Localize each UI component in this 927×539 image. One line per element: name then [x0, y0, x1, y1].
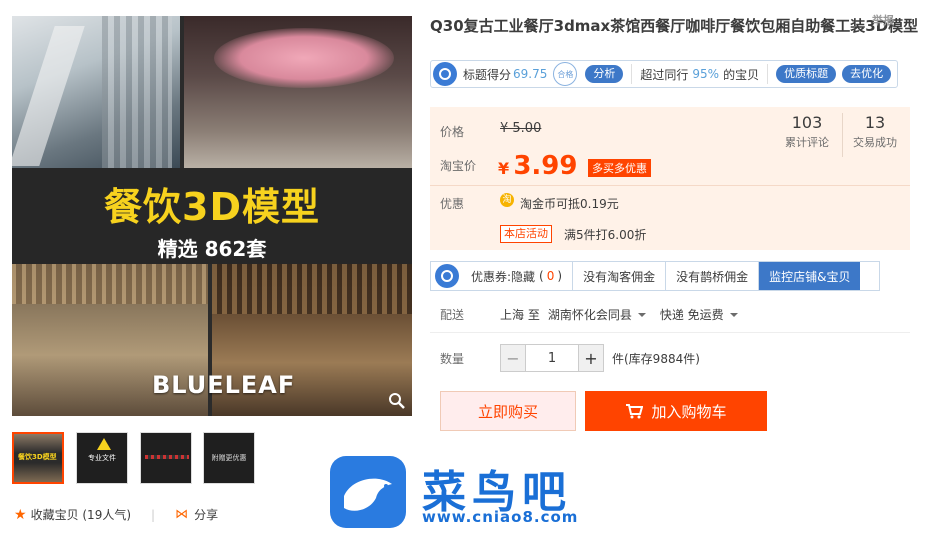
cart-icon [626, 404, 644, 419]
pass-stamp-icon: 合格 [553, 62, 578, 86]
reviews-label: 累计评论 [785, 136, 829, 149]
thumbnail-2[interactable]: 专业文件 [76, 432, 128, 484]
increase-button[interactable]: + [579, 345, 603, 371]
quantity-row: 数量 − 1 + 件(库存9884件) [440, 344, 700, 372]
chevron-down-icon[interactable] [729, 312, 738, 317]
ship-to-select[interactable]: 湖南怀化会同县 [548, 306, 632, 323]
store-activity-tag[interactable]: 本店活动 [500, 225, 552, 243]
thumbnail-2-text: 专业文件 [88, 454, 116, 462]
current-price-value: 3.99 [513, 151, 578, 181]
coupon-count: 0 [546, 269, 555, 283]
watermark-url: www.cniao8.com [422, 508, 579, 526]
quantity-label: 数量 [440, 351, 465, 366]
decrease-button[interactable]: − [501, 345, 525, 371]
thumbnail-4[interactable]: 附赠更优惠 [203, 432, 255, 484]
divider [430, 332, 910, 333]
thumbnail-1[interactable]: 餐饮3D模型 [12, 432, 64, 484]
quality-title-button[interactable]: 优质标题 [776, 65, 837, 83]
site-watermark: 菜鸟吧 www.cniao8.com [330, 450, 610, 530]
shipping-row: 配送 上海 至 湖南怀化会同县 快递 免运费 [440, 306, 752, 323]
plugin-logo-icon [433, 62, 457, 86]
star-icon[interactable]: ★ [14, 507, 27, 523]
main-product-image[interactable]: 餐饮3D模型 精选 862套 BLUELEAF [12, 16, 412, 416]
queqiao-commission-tab[interactable]: 没有鹊桥佣金 [666, 262, 760, 290]
image-banner: 餐饮3D模型 精选 862套 [12, 168, 412, 264]
reviews-stat[interactable]: 103 累计评论 [772, 113, 842, 150]
thumbnail-4-text: 附赠更优惠 [211, 454, 247, 462]
stock-text: 件(库存9884件) [612, 351, 700, 366]
deals-label: 交易成功 [853, 136, 897, 149]
ship-from: 上海 至 [500, 308, 540, 322]
shipping-label: 配送 [440, 308, 465, 322]
title-score-toolbar: 标题得分 69.75 合格 分析 超过同行 95% 的宝贝 优质标题 去优化 [430, 60, 898, 88]
taobao-price-label: 淘宝价 [440, 159, 477, 173]
deals-stat: 13 交易成功 [840, 113, 910, 150]
original-price: ¥ 5.00 [500, 121, 542, 136]
optimize-button[interactable]: 去优化 [842, 65, 892, 83]
product-title: 举报 Q30复古工业餐厅3dmax茶馆西餐厅咖啡厅餐饮包厢自助餐工装3D模型 [430, 14, 920, 37]
coupon-hidden-tab[interactable]: 优惠券:隐藏 (0) [459, 262, 574, 290]
coupon-label: 优惠券:隐藏 [471, 269, 536, 284]
price-label: 价格 [440, 125, 465, 139]
deals-count: 13 [864, 113, 886, 132]
brand-watermark: BLUELEAF [152, 371, 296, 399]
discount-label: 优惠 [440, 197, 465, 211]
bird-logo-icon [330, 456, 406, 528]
compare-suffix: 的宝贝 [723, 67, 760, 82]
taobao-coin-icon: 淘 [500, 193, 514, 207]
divider: | [151, 507, 156, 522]
divider [767, 64, 769, 84]
restaurant-photo-blossom [184, 16, 412, 168]
score-value: 69.75 [513, 67, 548, 81]
banner-subtitle: 精选 862套 [157, 237, 267, 261]
warning-icon [97, 438, 111, 450]
quantity-input[interactable]: 1 [525, 345, 579, 371]
share-icon[interactable]: ⋈ [175, 507, 188, 522]
chevron-down-icon[interactable] [637, 312, 646, 317]
zoom-icon[interactable] [388, 392, 406, 410]
quantity-stepper: − 1 + [500, 344, 604, 372]
taoke-commission-tab[interactable]: 没有淘客佣金 [573, 262, 667, 290]
divider [631, 64, 633, 84]
current-price: ¥ 3.99 [498, 151, 577, 181]
score-label: 标题得分 [463, 67, 512, 82]
thumbnail-3[interactable] [140, 432, 192, 484]
buy-now-button[interactable]: 立即购买 [440, 391, 576, 431]
report-link[interactable]: 举报 [872, 10, 894, 31]
divider [430, 185, 910, 186]
analyze-button[interactable]: 分析 [585, 65, 624, 83]
monitor-store-button[interactable]: 监控店铺&宝贝 [759, 262, 861, 290]
price-panel: 价格 ¥ 5.00 淘宝价 ¥ 3.99 多买多优惠 103 累计评论 13 交… [430, 107, 910, 250]
product-title-text: Q30复古工业餐厅3dmax茶馆西餐厅咖啡厅餐饮包厢自助餐工装3D模型 [430, 17, 919, 35]
coin-discount-text: 淘金币可抵0.19元 [520, 197, 619, 211]
coupon-toolbar: 优惠券:隐藏 (0) 没有淘客佣金 没有鹊桥佣金 监控店铺&宝贝 [430, 261, 880, 291]
reviews-count: 103 [791, 113, 823, 132]
banner-title: 餐饮3D模型 [104, 185, 320, 229]
add-to-cart-button[interactable]: 加入购物车 [585, 391, 767, 431]
compare-percent: 95% [692, 67, 720, 81]
plugin-logo-icon [435, 264, 459, 288]
favorite-link[interactable]: 收藏宝贝 (19人气) [31, 506, 131, 523]
favorite-share-row: ★ 收藏宝贝 (19人气) | ⋈ 分享 [14, 506, 218, 523]
shipping-method-select[interactable]: 快递 免运费 [660, 306, 724, 323]
currency-symbol: ¥ [498, 159, 510, 178]
restaurant-photo-industrial [12, 16, 180, 168]
compare-prefix: 超过同行 [640, 67, 689, 82]
store-activity-text: 满5件打6.00折 [564, 228, 647, 242]
thumbnail-1-text: 餐饮3D模型 [18, 453, 57, 461]
add-to-cart-label: 加入购物车 [651, 402, 727, 421]
promo-tag[interactable]: 多买多优惠 [588, 159, 651, 177]
share-link[interactable]: 分享 [194, 506, 218, 523]
